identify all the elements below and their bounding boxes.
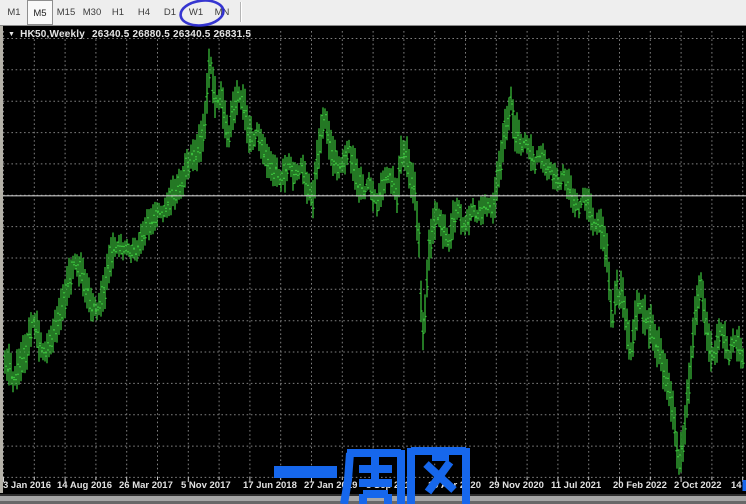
window-left-border	[0, 26, 3, 493]
window-bottom-edge	[0, 494, 746, 496]
date-label: 8 Sep 2019	[366, 480, 415, 491]
timeframe-button-h4[interactable]: H4	[131, 1, 157, 24]
date-label: 11 Jul 2021	[551, 480, 601, 491]
chevron-down-icon: ▼	[8, 31, 15, 38]
date-label: 17 Jun 2018	[243, 480, 297, 491]
timeframe-button-m30[interactable]: M30	[79, 1, 105, 24]
timeframe-toolbar: M1M5M15M30H1H4D1W1MN	[0, 0, 746, 26]
date-label: 27 Jan 2019	[304, 480, 357, 491]
timeframe-button-m5[interactable]: M5	[27, 0, 53, 25]
symbol-period-label: HK50,Weekly	[20, 29, 85, 40]
metatrader-window: ▼HK50,Weekly26340.5 26880.5 26340.5 2683…	[0, 0, 746, 504]
toolbar-separator	[240, 2, 241, 22]
date-label: 26 Mar 2017	[119, 480, 173, 491]
date-label: 29 Nov 2020	[489, 480, 544, 491]
price-chart[interactable]	[0, 0, 746, 504]
date-label: 5 Nov 2017	[181, 480, 231, 491]
window-bottom-strip	[0, 496, 746, 501]
timeframe-button-m15[interactable]: M15	[53, 1, 79, 24]
pen-circle-annotation	[178, 0, 228, 32]
timeframe-button-m1[interactable]: M1	[1, 1, 27, 24]
date-label: 14	[731, 480, 742, 491]
date-label: 3 Jan 2016	[3, 480, 51, 491]
date-label: 20 Feb 2022	[613, 480, 667, 491]
date-label: 2 Oct 2022	[674, 480, 722, 491]
chart-background	[0, 25, 746, 504]
date-label: 14 Aug 2016	[57, 480, 112, 491]
date-label: 19 Apr 2020	[428, 480, 481, 491]
timeframe-button-h1[interactable]: H1	[105, 1, 131, 24]
